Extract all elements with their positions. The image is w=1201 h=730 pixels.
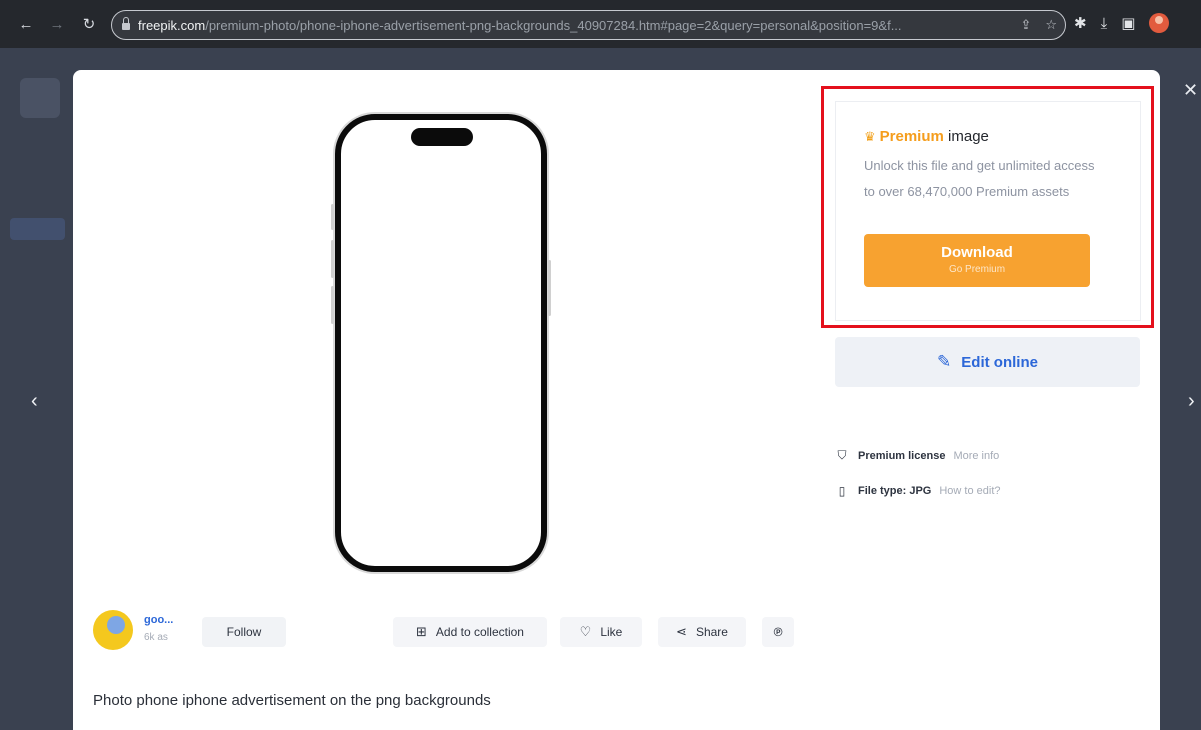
previous-arrow-icon[interactable]: ‹ (31, 390, 38, 413)
backdrop-logo (20, 78, 60, 118)
edit-online-button[interactable]: ✎ Edit online (835, 337, 1140, 387)
file-type-label: File type: JPG (858, 485, 932, 497)
browser-toolbar: ← → ↻ freepik.com/premium-photo/phone-ip… (0, 0, 1201, 48)
image-detail-modal: ♛ Premium image Unlock this file and get … (73, 70, 1160, 730)
add-to-collection-button[interactable]: ⊞ Add to collection (393, 617, 547, 647)
pen-icon: ✎ (937, 352, 952, 371)
premium-title: ♛ Premium image (864, 128, 989, 145)
close-icon[interactable]: ✕ (1183, 80, 1198, 101)
lock-icon[interactable] (122, 16, 130, 30)
address-bar[interactable]: freepik.com/premium-photo/phone-iphone-a… (111, 10, 1066, 40)
tab-search-icon[interactable]: ▣ (1121, 14, 1135, 32)
share-label: Share (695, 625, 728, 639)
premium-description: Unlock this file and get unlimited acces… (864, 158, 1095, 199)
url-host: freepik.com (138, 17, 206, 33)
extensions-icon[interactable]: ✱ (1074, 14, 1087, 32)
share-icon: ⋖ (676, 624, 687, 639)
reload-icon[interactable]: ↻ (78, 13, 100, 35)
downloads-icon[interactable]: ⤓ (1101, 15, 1108, 32)
phone-side-button (331, 240, 334, 278)
add-to-collection-label: Add to collection (435, 625, 524, 639)
heart-icon: ♡ (579, 624, 592, 639)
premium-word: Premium (879, 128, 944, 145)
profile-avatar[interactable] (1149, 13, 1170, 33)
file-icon: ▯ (838, 484, 846, 498)
pinterest-button[interactable]: ℗ (762, 617, 794, 647)
download-sublabel: Go Premium (948, 264, 1006, 275)
license-row: ⛉ Premium license More info (835, 448, 999, 463)
premium-highlight-box: ♛ Premium image Unlock this file and get … (821, 86, 1154, 328)
phone-power-button (548, 260, 551, 316)
share-page-icon[interactable]: ⇪ (1020, 17, 1031, 33)
back-icon[interactable]: ← (15, 13, 37, 35)
shield-icon: ⛉ (837, 448, 847, 462)
next-arrow-icon[interactable]: › (1188, 390, 1195, 413)
like-button[interactable]: ♡ Like (560, 617, 642, 647)
pinterest-icon: ℗ (773, 625, 783, 639)
license-more-info-link[interactable]: More info (953, 450, 999, 462)
url-text[interactable]: freepik.com/premium-photo/phone-iphone-a… (138, 18, 998, 33)
add-collection-icon: ⊞ (416, 624, 427, 639)
url-path: /premium-photo/phone-iphone-advertisemen… (205, 17, 902, 33)
how-to-edit-link[interactable]: How to edit? (939, 485, 1000, 497)
download-button[interactable]: Download Go Premium (864, 234, 1090, 287)
license-label: Premium license (858, 449, 946, 462)
file-type-row: ▯ File type: JPG How to edit? (835, 484, 1001, 498)
phone-side-button (331, 286, 334, 324)
phone-image (331, 114, 551, 572)
phone-dynamic-island (411, 128, 473, 146)
backdrop-button (10, 218, 65, 240)
author-name[interactable]: goo... (144, 614, 173, 626)
author-stats: 6k as (144, 632, 168, 643)
premium-title-suffix: image (943, 128, 989, 145)
crown-icon: ♛ (864, 129, 876, 144)
download-label: Download (941, 244, 1013, 261)
like-label: Like (600, 625, 623, 639)
image-caption: Photo phone iphone advertisement on the … (93, 692, 491, 709)
author-avatar[interactable] (93, 610, 133, 650)
share-button[interactable]: ⋖ Share (658, 617, 746, 647)
bookmark-star-icon[interactable]: ☆ (1045, 17, 1057, 33)
follow-button[interactable]: Follow (202, 617, 286, 647)
forward-icon[interactable]: → (46, 13, 68, 35)
phone-side-button (331, 204, 334, 230)
edit-online-label: Edit online (961, 353, 1038, 371)
